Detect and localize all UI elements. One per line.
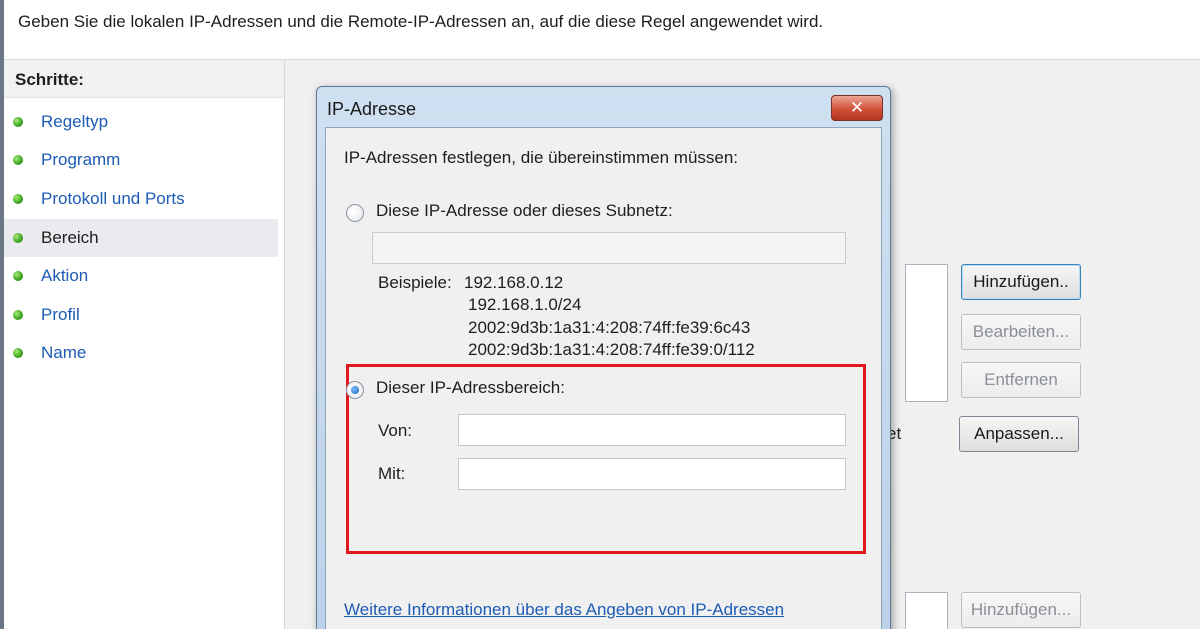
close-icon: ✕	[849, 98, 865, 117]
header: Geben Sie die lokalen IP-Adressen und di…	[4, 0, 1200, 60]
dialog-title: IP-Adresse	[327, 99, 417, 119]
sidebar-item-profil[interactable]: Profil	[4, 296, 278, 334]
example-value: 2002:9d3b:1a31:4:208:74ff:fe39:6c43	[468, 318, 751, 337]
range-from-input[interactable]	[458, 414, 846, 446]
edit-button[interactable]: Bearbeiten...	[961, 314, 1081, 350]
dialog-instruction: IP-Adressen festlegen, die übereinstimme…	[344, 148, 739, 167]
single-ip-input[interactable]	[372, 232, 846, 264]
ip-range-radio[interactable]	[346, 381, 364, 399]
more-info-link[interactable]: Weitere Informationen über das Angeben v…	[344, 600, 784, 620]
add-button[interactable]: Hinzufügen..	[961, 264, 1081, 300]
dialog-body: IP-Adressen festlegen, die übereinstimme…	[325, 127, 882, 629]
ip-range-radio-label: Dieser IP-Adressbereich:	[376, 378, 565, 397]
sidebar-item-protokoll-und-ports[interactable]: Protokoll und Ports	[4, 180, 278, 218]
sidebar-item-label: Programm	[41, 150, 121, 169]
remove-button[interactable]: Entfernen	[961, 362, 1081, 398]
steps-title-label: Schritte:	[15, 70, 84, 89]
sidebar-item-label: Protokoll und Ports	[41, 189, 185, 208]
sidebar-item-label: Regeltyp	[41, 112, 109, 131]
range-to-label: Mit:	[378, 464, 406, 483]
example-value: 2002:9d3b:1a31:4:208:74ff:fe39:0/112	[468, 340, 755, 359]
header-description: Geben Sie die lokalen IP-Adressen und di…	[18, 12, 824, 31]
sidebar-item-name[interactable]: Name	[4, 334, 278, 372]
single-ip-radio-label: Diese IP-Adresse oder dieses Subnetz:	[376, 201, 673, 220]
status-dot-icon	[13, 117, 23, 127]
status-dot-icon	[13, 348, 23, 358]
sidebar-item-label: Bereich	[41, 228, 99, 247]
sidebar-item-regeltyp[interactable]: Regeltyp	[4, 103, 278, 141]
steps-title: Schritte:	[4, 60, 284, 98]
sidebar-item-bereich[interactable]: Bereich	[4, 219, 278, 257]
status-dot-icon	[13, 194, 23, 204]
sidebar-item-programm[interactable]: Programm	[4, 141, 278, 179]
remote-ip-listbox[interactable]	[905, 592, 948, 629]
steps-sidebar: Schritte: Regeltyp Programm Protokoll un…	[4, 60, 284, 629]
status-dot-icon	[13, 271, 23, 281]
examples-label: Beispiele:	[378, 273, 452, 292]
status-dot-icon	[13, 310, 23, 320]
status-dot-icon	[13, 233, 23, 243]
range-to-input[interactable]	[458, 458, 846, 490]
single-ip-radio[interactable]	[346, 204, 364, 222]
range-from-label: Von:	[378, 421, 413, 440]
status-dot-icon	[13, 155, 23, 165]
sidebar-item-aktion[interactable]: Aktion	[4, 257, 278, 295]
add-remote-button[interactable]: Hinzufügen...	[961, 592, 1081, 628]
sidebar-item-label: Profil	[41, 305, 80, 324]
ip-address-dialog: IP-Adresse ✕ IP-Adressen festlegen, die …	[316, 86, 891, 629]
local-ip-listbox[interactable]	[905, 264, 948, 402]
sidebar-item-label: Aktion	[41, 266, 89, 285]
customize-button[interactable]: Anpassen...	[959, 416, 1079, 452]
close-button[interactable]: ✕	[831, 95, 883, 121]
example-value: 192.168.0.12	[464, 273, 564, 292]
example-value: 192.168.1.0/24	[468, 295, 582, 314]
sidebar-item-label: Name	[41, 343, 87, 362]
